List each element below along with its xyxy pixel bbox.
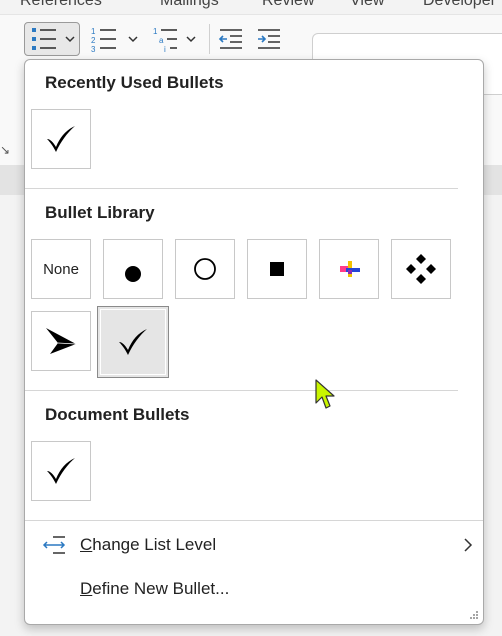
change-list-level-icon: [42, 536, 66, 554]
library-bullet-checkmark-selected[interactable]: [97, 306, 169, 378]
library-bullet-arrowhead[interactable]: [31, 311, 91, 371]
tab-developer[interactable]: Developer: [423, 0, 496, 10]
tab-references[interactable]: References: [20, 0, 102, 10]
svg-text:a: a: [159, 36, 164, 45]
change-list-level-item[interactable]: Change List Level: [25, 527, 483, 563]
tab-mailings[interactable]: Mailings: [160, 0, 219, 10]
increase-indent-icon: [258, 29, 280, 49]
ribbon-tab-bar: References Mailings Review View Develope…: [0, 0, 502, 14]
library-bullet-four-diamonds[interactable]: [391, 239, 451, 299]
increase-indent-button[interactable]: [252, 22, 286, 56]
mouse-cursor-icon: [315, 379, 335, 409]
section-divider: [25, 390, 458, 391]
four-diamonds-icon: [406, 254, 436, 284]
bullet-library-title: Bullet Library: [45, 203, 155, 222]
hollow-circle-icon: [194, 258, 216, 280]
bullets-icon: [32, 28, 75, 50]
checkmark-icon: [119, 329, 147, 355]
numbering-button[interactable]: 1 2 3: [86, 22, 142, 56]
checkmark-icon: [47, 126, 75, 152]
define-new-bullet-item[interactable]: Define New Bullet...: [25, 571, 483, 607]
define-new-bullet-label: Define New Bullet...: [80, 579, 229, 599]
bullet-library-dropdown: Recently Used Bullets Bullet Library Non…: [24, 59, 484, 625]
recently-used-title: Recently Used Bullets: [45, 73, 224, 92]
bullets-button[interactable]: [24, 22, 80, 56]
decrease-indent-icon: [218, 29, 242, 49]
resize-grip-icon[interactable]: [469, 610, 479, 620]
colored-cross-icon: [340, 261, 360, 277]
arrowhead-icon: [46, 328, 77, 354]
library-bullet-none[interactable]: None: [31, 239, 91, 299]
library-bullet-filled-square[interactable]: [247, 239, 307, 299]
chevron-right-icon: [464, 538, 473, 552]
svg-text:i: i: [164, 45, 166, 52]
library-bullet-filled-circle[interactable]: [103, 239, 163, 299]
filled-square-icon: [270, 262, 284, 276]
multilevel-list-button[interactable]: 1 a i: [148, 22, 204, 56]
svg-text:1: 1: [91, 27, 96, 36]
define-new-bullet-rest: efine New Bullet...: [92, 579, 230, 598]
document-bullet-checkmark[interactable]: [31, 441, 91, 501]
toolbar-separator: [209, 24, 210, 54]
svg-text:3: 3: [91, 45, 96, 52]
document-bullets-title: Document Bullets: [45, 405, 190, 424]
change-list-level-label: Change List Level: [80, 535, 216, 555]
none-label: None: [43, 260, 79, 278]
decrease-indent-button[interactable]: [214, 22, 248, 56]
define-new-bullet-accel: D: [80, 579, 93, 598]
checkmark-icon: [47, 458, 75, 484]
recent-bullet-checkmark[interactable]: [31, 109, 91, 169]
multilevel-list-icon: 1 a i: [153, 27, 196, 52]
section-divider: [25, 520, 483, 521]
library-bullet-colored-cross[interactable]: [319, 239, 379, 299]
library-bullet-hollow-circle[interactable]: [175, 239, 235, 299]
filled-circle-icon: [125, 266, 141, 282]
numbering-icon: 1 2 3: [91, 27, 138, 52]
change-list-level-accel: C: [80, 535, 93, 554]
change-list-level-rest: hange List Level: [92, 535, 217, 554]
section-divider: [25, 188, 458, 189]
tab-review[interactable]: Review: [262, 0, 314, 10]
dialog-launcher-icon[interactable]: ↘: [0, 143, 10, 157]
svg-text:1: 1: [153, 27, 158, 36]
svg-text:2: 2: [91, 36, 96, 45]
tab-view[interactable]: View: [350, 0, 384, 10]
